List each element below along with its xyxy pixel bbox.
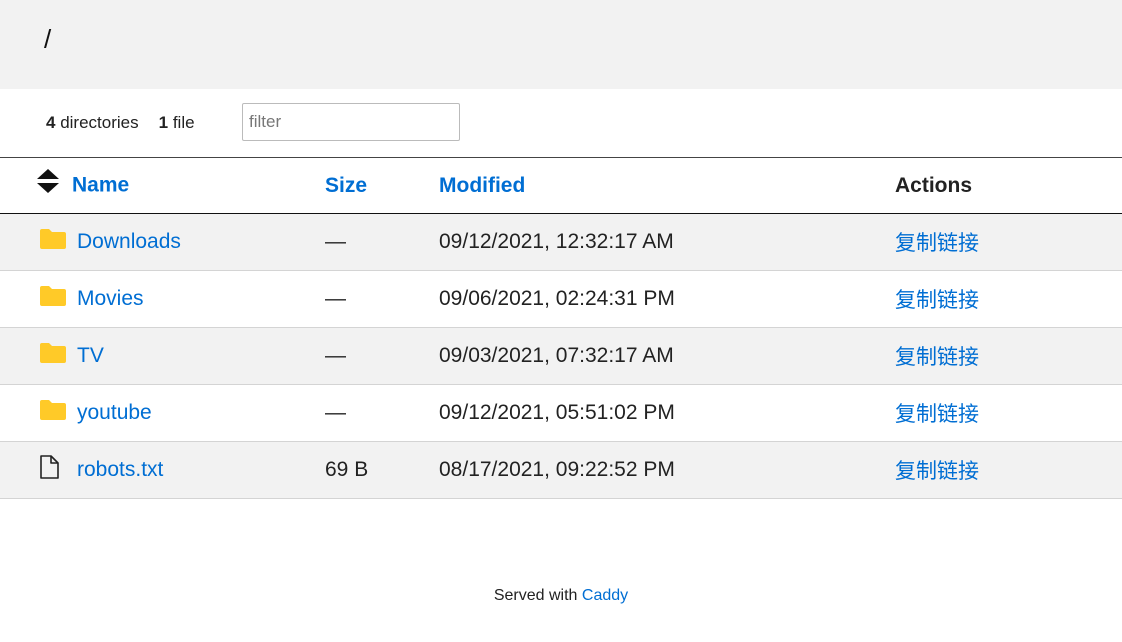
actions-cell: 复制链接: [895, 214, 1122, 271]
file-listing-table: Name Size Modified Actions Downloads — 09/…: [0, 157, 1122, 499]
column-actions-header: Actions: [895, 173, 973, 197]
entry-name-link[interactable]: Downloads: [77, 230, 181, 254]
modified-cell: 09/12/2021, 05:51:02 PM: [439, 401, 675, 424]
sort-by-name-link[interactable]: Name: [72, 173, 129, 196]
actions-cell: 复制链接: [895, 442, 1122, 499]
directory-count-label: directories: [60, 113, 139, 132]
name-cell: youtube: [0, 385, 325, 442]
name-cell: Downloads: [0, 214, 325, 271]
table-row: youtube — 09/12/2021, 05:51:02 PM 复制链接: [0, 385, 1122, 442]
copy-link-action[interactable]: 复制链接: [895, 289, 979, 312]
modified-cell: 09/03/2021, 07:32:17 AM: [439, 344, 674, 367]
folder-icon: [39, 399, 77, 427]
actions-cell: 复制链接: [895, 385, 1122, 442]
listing-meta: 4 directories 1 file: [0, 89, 1122, 157]
column-modified-header: Modified: [439, 158, 895, 214]
table-row: robots.txt 69 B 08/17/2021, 09:22:52 PM 复制链…: [0, 441, 1122, 499]
name-cell: TV: [0, 328, 325, 385]
modified-cell: 09/06/2021, 02:24:31 PM: [439, 287, 675, 310]
table-row: Movies — 09/06/2021, 02:24:31 PM 复制链接: [0, 271, 1122, 328]
size-cell: —: [325, 230, 346, 253]
entry-name-link[interactable]: youtube: [77, 401, 152, 425]
caddy-link[interactable]: Caddy: [582, 587, 628, 604]
page-title: /: [44, 24, 52, 54]
size-cell: —: [325, 344, 346, 367]
page-footer: Served with Caddy: [0, 587, 1122, 605]
file-count: 1: [158, 113, 169, 132]
column-name-header: Name: [0, 158, 325, 214]
modified-cell: 08/17/2021, 09:22:52 PM: [439, 458, 675, 481]
file-count-label: file: [172, 113, 195, 132]
size-cell: —: [325, 401, 346, 424]
file-icon: [39, 455, 77, 485]
table-row: Downloads — 09/12/2021, 12:32:17 AM 复制链接: [0, 213, 1122, 271]
sort-by-modified-link[interactable]: Modified: [439, 174, 525, 197]
copy-link-action[interactable]: 复制链接: [895, 460, 979, 483]
page-header: /: [0, 0, 1122, 89]
actions-cell: 复制链接: [895, 271, 1122, 328]
entry-name-link[interactable]: Movies: [77, 287, 144, 311]
size-cell: 69 B: [325, 458, 369, 481]
name-cell: Movies: [0, 271, 325, 328]
folder-icon: [39, 342, 77, 370]
size-cell: —: [325, 287, 346, 310]
directory-count: 4: [46, 113, 56, 132]
entry-name-link[interactable]: robots.txt: [77, 458, 163, 482]
folder-icon: [39, 228, 77, 256]
footer-text: Served with: [493, 587, 578, 604]
folder-icon: [39, 285, 77, 313]
actions-cell: 复制链接: [895, 328, 1122, 385]
sort-by-size-link[interactable]: Size: [325, 174, 367, 197]
entry-name-link[interactable]: TV: [77, 344, 104, 368]
copy-link-action[interactable]: 复制链接: [895, 346, 979, 369]
column-size-header: Size: [325, 158, 439, 214]
copy-link-action[interactable]: 复制链接: [895, 232, 979, 255]
copy-link-action[interactable]: 复制链接: [895, 403, 979, 426]
table-row: TV — 09/03/2021, 07:32:17 AM 复制链接: [0, 327, 1122, 385]
sort-icon[interactable]: [36, 168, 60, 200]
table-header-row: Name Size Modified Actions: [0, 157, 1122, 214]
name-cell: robots.txt: [0, 442, 325, 499]
filter-input[interactable]: [242, 103, 460, 141]
modified-cell: 09/12/2021, 12:32:17 AM: [439, 230, 674, 253]
listing-summary: 4 directories 1 file: [46, 113, 195, 133]
